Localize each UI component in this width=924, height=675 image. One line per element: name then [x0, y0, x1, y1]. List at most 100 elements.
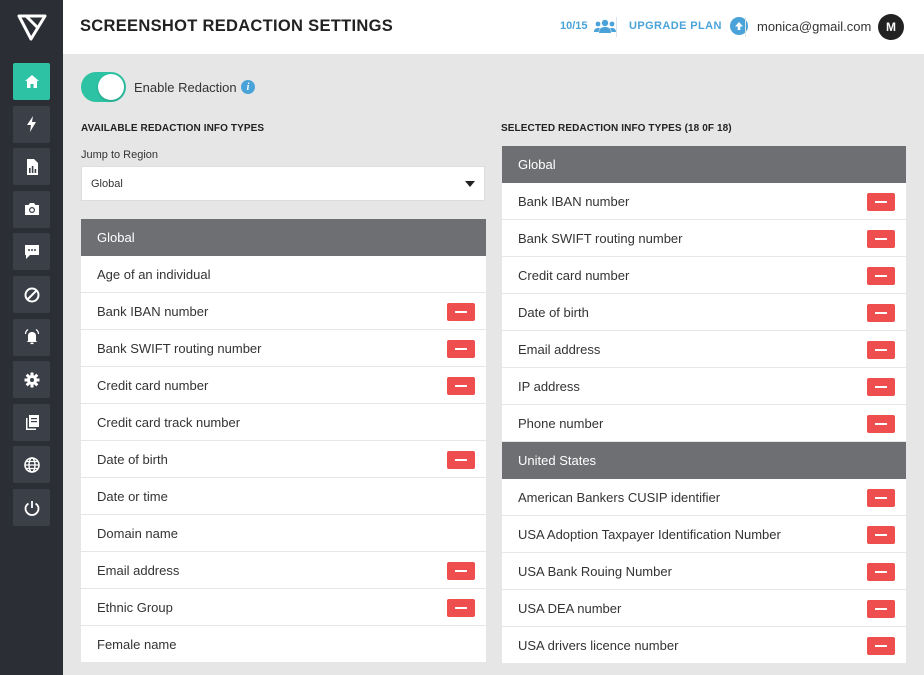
type-label: Bank IBAN number	[97, 303, 209, 319]
type-label: Credit card number	[518, 267, 630, 283]
remove-button[interactable]	[867, 526, 895, 544]
type-label: Bank SWIFT routing number	[518, 230, 683, 246]
remove-button[interactable]	[867, 489, 895, 507]
sidebar-item-camera[interactable]	[13, 190, 50, 228]
remove-button[interactable]	[447, 599, 475, 617]
type-label: Domain name	[97, 525, 178, 541]
remove-button[interactable]	[447, 562, 475, 580]
sidebar-item-gear[interactable]	[13, 361, 50, 399]
gear-icon	[24, 372, 39, 388]
selected-type-row: USA DEA number	[502, 590, 906, 627]
selected-type-row: USA Adoption Taxpayer Identification Num…	[502, 516, 906, 553]
remove-button[interactable]	[447, 377, 475, 395]
sidebar-item-globe[interactable]	[13, 446, 50, 484]
remove-button[interactable]	[867, 378, 895, 396]
header-divider	[745, 17, 746, 37]
sidebar-item-chat[interactable]	[13, 233, 50, 271]
selected-type-row: American Bankers CUSIP identifier	[502, 479, 906, 516]
type-label: Credit card track number	[97, 414, 241, 430]
remove-button[interactable]	[867, 341, 895, 359]
header-divider	[616, 17, 617, 37]
alarm-icon	[24, 329, 39, 345]
remove-button[interactable]	[447, 451, 475, 469]
enable-redaction-toggle[interactable]	[81, 72, 126, 102]
selected-type-row: Credit card number	[502, 257, 906, 294]
group-header: Global	[502, 146, 906, 183]
type-label: Date of birth	[518, 304, 589, 320]
sidebar	[0, 0, 63, 675]
sidebar-item-lightning[interactable]	[13, 105, 50, 143]
remove-button[interactable]	[867, 193, 895, 211]
selected-types-heading: SELECTED REDACTION INFO TYPES (18 0F 18)	[501, 123, 732, 134]
remove-button[interactable]	[867, 230, 895, 248]
type-label: Date of birth	[97, 451, 168, 467]
remove-button[interactable]	[867, 415, 895, 433]
sidebar-item-report[interactable]	[13, 148, 50, 186]
remove-button[interactable]	[867, 304, 895, 322]
available-types-list: Global Age of an individual Bank IBAN num…	[81, 219, 486, 663]
selected-type-row: IP address	[502, 368, 906, 405]
sidebar-item-block[interactable]	[13, 276, 50, 313]
available-types-heading: AVAILABLE REDACTION INFO TYPES	[81, 123, 265, 134]
upgrade-plan-button[interactable]: UPGRADE PLAN	[629, 17, 748, 35]
remove-button[interactable]	[867, 563, 895, 581]
available-type-row[interactable]: Ethnic Group	[81, 589, 486, 626]
region-select[interactable]: Global	[81, 166, 485, 201]
selected-type-row: Date of birth	[502, 294, 906, 331]
available-type-row[interactable]: Age of an individual	[81, 256, 486, 293]
type-label: USA Adoption Taxpayer Identification Num…	[518, 526, 781, 542]
usage-text: 10/15	[560, 20, 588, 32]
available-type-row[interactable]: Bank SWIFT routing number	[81, 330, 486, 367]
available-type-row[interactable]: Bank IBAN number	[81, 293, 486, 330]
selected-type-row: Bank SWIFT routing number	[502, 220, 906, 257]
globe-icon	[23, 457, 40, 473]
available-type-row[interactable]: Domain name	[81, 515, 486, 552]
enable-redaction-label: Enable Redaction	[134, 80, 237, 95]
available-type-row[interactable]: Date or time	[81, 478, 486, 515]
type-label: Female name	[97, 636, 177, 652]
type-label: Date or time	[97, 488, 168, 504]
top-header: SCREENSHOT REDACTION SETTINGS 10/15 UPGR…	[63, 0, 924, 54]
sidebar-item-home[interactable]	[13, 63, 50, 100]
sidebar-item-alarm[interactable]	[13, 318, 50, 356]
type-label: Phone number	[518, 415, 604, 431]
page-title: SCREENSHOT REDACTION SETTINGS	[80, 17, 394, 35]
toggle-knob	[98, 74, 124, 100]
available-type-row[interactable]: Credit card track number	[81, 404, 486, 441]
block-icon	[24, 287, 39, 302]
type-label: IP address	[518, 378, 580, 394]
available-type-row[interactable]: Email address	[81, 552, 486, 589]
remove-button[interactable]	[867, 600, 895, 618]
upgrade-plan-label: UPGRADE PLAN	[629, 20, 722, 32]
group-header: Global	[81, 219, 486, 256]
lightning-icon	[26, 116, 36, 133]
remove-button[interactable]	[867, 637, 895, 655]
home-icon	[24, 74, 39, 88]
camera-icon	[24, 203, 39, 216]
sidebar-item-documents[interactable]	[13, 403, 50, 441]
chat-icon	[24, 244, 39, 259]
user-email[interactable]: monica@gmail.com	[757, 19, 871, 34]
type-label: Age of an individual	[97, 266, 211, 282]
selected-type-row: Email address	[502, 331, 906, 368]
logo-icon	[17, 14, 46, 41]
type-label: Ethnic Group	[97, 599, 173, 615]
remove-button[interactable]	[447, 340, 475, 358]
power-icon	[24, 500, 39, 516]
remove-button[interactable]	[447, 303, 475, 321]
app-logo[interactable]	[0, 0, 63, 54]
selected-types-list: Global Bank IBAN number Bank SWIFT routing…	[502, 146, 906, 664]
selected-type-row: Phone number	[502, 405, 906, 442]
info-icon[interactable]: i	[241, 80, 255, 94]
type-label: Credit card number	[97, 377, 209, 393]
selected-type-row: Bank IBAN number	[502, 183, 906, 220]
type-label: Email address	[518, 341, 601, 357]
available-type-row[interactable]: Date of birth	[81, 441, 486, 478]
type-label: Email address	[97, 562, 180, 578]
avatar[interactable]: M	[878, 14, 904, 40]
available-type-row[interactable]: Female name	[81, 626, 486, 663]
remove-button[interactable]	[867, 267, 895, 285]
available-type-row[interactable]: Credit card number	[81, 367, 486, 404]
sidebar-item-power[interactable]	[13, 489, 50, 526]
type-label: USA DEA number	[518, 600, 622, 616]
